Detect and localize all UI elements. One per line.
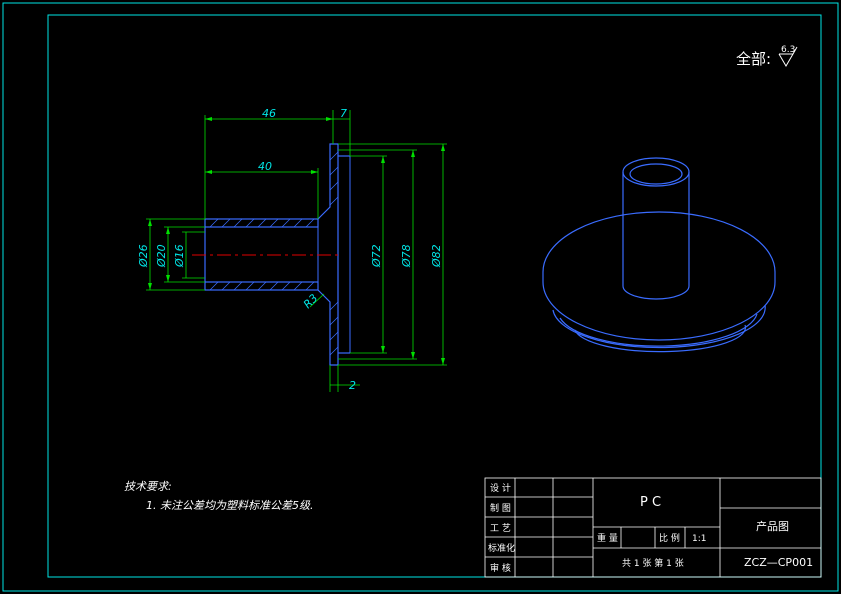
dim-length-7: 7 bbox=[340, 107, 347, 120]
tube-silhouette bbox=[622, 172, 690, 300]
material: P C bbox=[640, 495, 661, 510]
tube-top-inner bbox=[629, 163, 683, 185]
dim-length-40: 40 bbox=[258, 160, 272, 173]
sheet-count: 共 1 张 第 1 张 bbox=[622, 557, 684, 569]
scale-value: 1:1 bbox=[692, 534, 706, 544]
dim-length-46: 46 bbox=[262, 107, 276, 120]
engineering-drawing: 全部: 6.3 46 7 40 2 Ø26 Ø20 Ø16 Ø72 Ø78 Ø8… bbox=[2, 2, 839, 592]
role-process: 工 艺 bbox=[490, 523, 511, 534]
title-block-text: 设 计 制 图 工 艺 标准化 审 核 P C 重 量 比 例 1:1 共 1 … bbox=[488, 482, 813, 574]
dim-length-2: 2 bbox=[349, 379, 356, 392]
isometric-view bbox=[542, 157, 776, 353]
dim-dia-16: Ø16 bbox=[173, 244, 186, 268]
dim-dia-72: Ø72 bbox=[370, 244, 383, 268]
weight-label: 重 量 bbox=[597, 532, 618, 544]
section-view bbox=[192, 143, 351, 366]
dimension-arrows bbox=[148, 117, 445, 365]
drawing-name: 产品图 bbox=[756, 519, 789, 533]
tube-top-outer bbox=[622, 157, 690, 187]
dim-dia-26: Ø26 bbox=[137, 244, 150, 268]
role-standardization: 标准化 bbox=[488, 542, 515, 554]
roughness-label: 全部: bbox=[736, 50, 771, 68]
section-hatching bbox=[209, 151, 339, 356]
dim-dia-78: Ø78 bbox=[400, 244, 413, 268]
dim-radius: R3 bbox=[301, 292, 321, 312]
dim-dia-20: Ø20 bbox=[155, 244, 168, 268]
role-reviewer: 审 核 bbox=[490, 562, 511, 574]
role-designer: 设 计 bbox=[490, 482, 511, 494]
notes-line-1: 1. 未注公差均为塑料标准公差5级. bbox=[146, 499, 314, 512]
role-drafter: 制 图 bbox=[490, 502, 511, 514]
surface-roughness-note: 全部: 6.3 bbox=[736, 45, 798, 68]
dim-dia-82: Ø82 bbox=[430, 244, 443, 268]
outer-border bbox=[2, 2, 839, 592]
base-disc-top bbox=[542, 211, 776, 273]
notes-title: 技术要求: bbox=[124, 480, 172, 493]
drawing-number: ZCZ—CP001 bbox=[744, 556, 813, 569]
scale-label: 比 例 bbox=[659, 532, 680, 544]
